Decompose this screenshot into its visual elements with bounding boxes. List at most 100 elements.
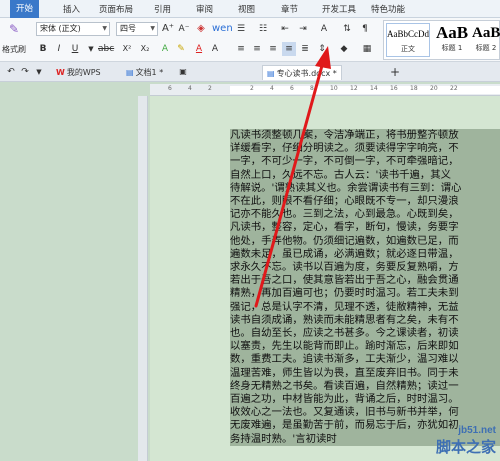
close-tab-icon[interactable]: ▣ bbox=[176, 65, 190, 79]
menu-developer[interactable]: 开发工具 bbox=[322, 3, 356, 15]
text-line: 若出于吾之口，使其意皆若出于吾之心，融会贯通 bbox=[230, 274, 500, 288]
tab-label: 文档1 * bbox=[135, 68, 164, 77]
style-label: 正文 bbox=[401, 45, 415, 53]
menu-references[interactable]: 引用 bbox=[154, 3, 171, 15]
strikethrough-icon[interactable]: abc bbox=[98, 42, 114, 56]
style-sample: AaB bbox=[435, 23, 469, 42]
ruler-tick: 2 bbox=[208, 85, 212, 92]
menu-review[interactable]: 审阅 bbox=[196, 3, 213, 15]
text-line: 不在此，则眼不看仔细；心眼既不专一，却只漫浪 bbox=[230, 195, 500, 209]
shrink-font-icon[interactable]: A⁻ bbox=[177, 22, 191, 36]
selected-text-block[interactable]: 凡读书须整顿几案，令洁净端正，将书册整齐顿放 详缓看字，仔细分明读之。须要读得字… bbox=[230, 129, 500, 461]
align-right-icon[interactable]: ≡ bbox=[266, 42, 280, 56]
horizontal-ruler[interactable]: 6 4 2 2 4 6 8 10 12 14 16 18 20 22 bbox=[150, 84, 500, 96]
shading-icon[interactable]: ◆ bbox=[337, 42, 351, 56]
style-heading-2[interactable]: AaB 标题 2 bbox=[472, 23, 500, 57]
clear-format-icon[interactable]: ◈ bbox=[194, 22, 208, 36]
chevron-down-icon: ▼ bbox=[102, 25, 107, 32]
justify-icon[interactable]: ≡ bbox=[282, 42, 296, 56]
menu-special[interactable]: 特色功能 bbox=[371, 3, 405, 15]
format-painter-label[interactable]: 格式刷 bbox=[0, 44, 28, 56]
borders-icon[interactable]: ▦ bbox=[360, 42, 374, 56]
wps-logo-icon: W bbox=[56, 68, 65, 77]
ruler-tick: 4 bbox=[188, 85, 192, 92]
line-spacing-icon[interactable]: ⇕ bbox=[315, 42, 329, 56]
ruler-tick: 18 bbox=[410, 85, 418, 92]
sort-icon[interactable]: ⇅ bbox=[340, 22, 354, 36]
ruler-tick: 12 bbox=[350, 85, 358, 92]
text-effect-icon[interactable]: A bbox=[158, 42, 172, 56]
subscript-icon[interactable]: X₂ bbox=[138, 42, 152, 56]
ruler-tick: 20 bbox=[430, 85, 438, 92]
chinese-layout-icon[interactable]: A bbox=[317, 22, 331, 36]
italic-icon[interactable]: I bbox=[52, 42, 66, 56]
underline-icon[interactable]: U bbox=[68, 42, 82, 56]
align-center-icon[interactable]: ≡ bbox=[250, 42, 264, 56]
ruler-tick: 8 bbox=[310, 85, 314, 92]
text-line: 遍数未足，虽已成诵，必满遍数；就必逐日带温， bbox=[230, 247, 500, 262]
tab-label: 专心读书.docx * bbox=[276, 69, 337, 78]
watermark-name: 脚本之家 bbox=[435, 438, 496, 456]
text-line: 以塞责，先生以能背而即止。踰时渐忘，后来即如 bbox=[230, 340, 500, 354]
ribbon-toolbar: ✎ 格式刷 宋体 (正文) ▼ 四号 ▼ A⁺ A⁻ ◈ wen B I U ▼… bbox=[0, 18, 500, 62]
font-name-select[interactable]: 宋体 (正文) ▼ bbox=[36, 22, 110, 36]
format-painter-icon[interactable]: ✎ bbox=[6, 22, 22, 38]
menu-home[interactable]: 开始 bbox=[10, 0, 40, 18]
bullet-list-icon[interactable]: ☰ bbox=[234, 22, 248, 36]
document-tab-bar: ↶ ↷ ▼ W 我的WPS ▤ 文档1 * ▣ ▤ 专心读书.docx * + bbox=[0, 62, 500, 82]
highlight-icon[interactable]: ✎ bbox=[174, 42, 188, 56]
ruler-tick: 14 bbox=[370, 85, 378, 92]
pinyin-icon[interactable]: wen bbox=[212, 22, 233, 36]
show-marks-icon[interactable]: ¶ bbox=[358, 22, 372, 36]
bold-icon[interactable]: B bbox=[36, 42, 50, 56]
document-icon: ▤ bbox=[267, 69, 275, 78]
tab-label: 我的WPS bbox=[66, 68, 101, 77]
font-size-select[interactable]: 四号 ▼ bbox=[116, 22, 158, 36]
text-line: 强记，总是认字不清，见理不透，徒敝精神，无益 bbox=[230, 300, 500, 314]
decrease-indent-icon[interactable]: ⇤ bbox=[278, 22, 292, 36]
watermark: jb51.net 脚本之家 bbox=[436, 425, 496, 457]
ruler-tick: 16 bbox=[390, 85, 398, 92]
align-left-icon[interactable]: ≡ bbox=[234, 42, 248, 56]
char-shading-icon[interactable]: A bbox=[208, 42, 222, 56]
tab-my-wps[interactable]: W 我的WPS bbox=[56, 65, 101, 80]
text-line: 详缓看字，仔细分明读之。须要读得字字响亮，不 bbox=[230, 142, 500, 156]
menu-view[interactable]: 视图 bbox=[238, 3, 255, 15]
ruler-tick: 4 bbox=[270, 85, 274, 92]
ruler-tick: 6 bbox=[290, 85, 294, 92]
font-size-value: 四号 bbox=[120, 24, 136, 33]
font-name-value: 宋体 (正文) bbox=[40, 24, 81, 33]
superscript-icon[interactable]: X² bbox=[120, 42, 134, 56]
distributed-align-icon[interactable]: ≣ bbox=[298, 42, 312, 56]
style-heading-1[interactable]: AaB 标题 1 bbox=[434, 23, 470, 57]
ruler-tick: 10 bbox=[330, 85, 338, 92]
redo-icon[interactable]: ↷ bbox=[18, 65, 32, 79]
document-icon: ▤ bbox=[126, 68, 134, 77]
menu-bar: 开始 插入 页面布局 引用 审阅 视图 章节 开发工具 特色功能 bbox=[0, 0, 500, 18]
text-line: 数，重费工夫。追读书渐多，工夫渐少，温习难以 bbox=[230, 353, 500, 367]
tab-focus-reading-docx[interactable]: ▤ 专心读书.docx * bbox=[262, 65, 342, 80]
new-tab-button[interactable]: + bbox=[388, 65, 402, 79]
grow-font-icon[interactable]: A⁺ bbox=[161, 22, 175, 36]
vertical-ruler[interactable] bbox=[138, 96, 148, 461]
ruler-tick: 6 bbox=[168, 85, 172, 92]
menu-insert[interactable]: 插入 bbox=[63, 3, 80, 15]
numbered-list-icon[interactable]: ☷ bbox=[256, 22, 270, 36]
menu-section[interactable]: 章节 bbox=[281, 3, 298, 15]
chevron-down-icon[interactable]: ▼ bbox=[32, 65, 46, 79]
font-color-icon[interactable]: A bbox=[192, 42, 206, 56]
undo-icon[interactable]: ↶ bbox=[4, 65, 18, 79]
text-line: 记亦不能久也。三到之法，心到最急。心既到矣， bbox=[230, 208, 500, 222]
text-line: 凡读书，整容，定心，看字，断句，慢读，务要字 bbox=[230, 221, 500, 235]
tab-document1[interactable]: ▤ 文档1 * bbox=[126, 65, 163, 80]
menu-page-layout[interactable]: 页面布局 bbox=[99, 3, 133, 15]
watermark-site: jb51.net bbox=[458, 425, 496, 436]
ruler-tick: 22 bbox=[450, 85, 458, 92]
increase-indent-icon[interactable]: ⇥ bbox=[296, 22, 310, 36]
document-page[interactable]: 凡读书须整顿几案，令洁净端正，将书册整齐顿放 详缓看字，仔细分明读之。须要读得字… bbox=[150, 96, 500, 461]
style-normal[interactable]: AaBbCcDd 正文 bbox=[386, 23, 430, 57]
chevron-down-icon[interactable]: ▼ bbox=[84, 42, 98, 56]
text-line: 终身无精熟之书矣。看读百遍，自然精熟；读过一 bbox=[230, 379, 500, 394]
text-line: 百遍之功，中材皆能为此，背诵之后，时时温习。 bbox=[230, 393, 500, 407]
ruler-tick: 2 bbox=[250, 85, 254, 92]
